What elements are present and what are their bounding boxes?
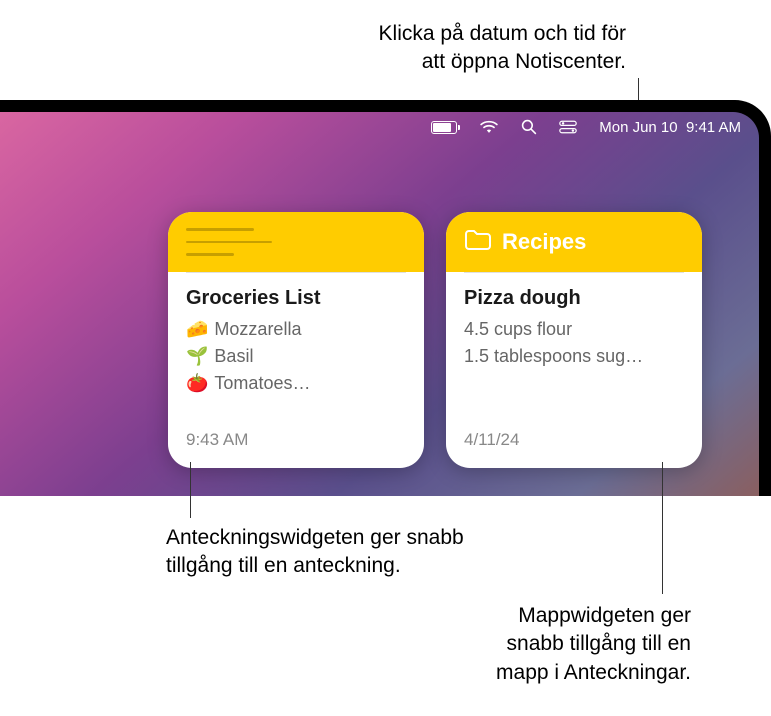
- folder-widget-title: Pizza dough: [464, 287, 684, 310]
- note-widget-body: Groceries List 🧀 Mozzarella 🌱 Basil 🍅 To…: [168, 273, 424, 430]
- wifi-icon[interactable]: [479, 119, 499, 135]
- search-icon[interactable]: [521, 119, 537, 135]
- basil-icon: 🌱: [186, 343, 208, 370]
- list-item: 🌱 Basil: [186, 343, 406, 370]
- folder-widget-header-title: Recipes: [502, 229, 586, 255]
- folder-widget-body: Pizza dough 4.5 cups flour 1.5 tablespoo…: [446, 273, 702, 430]
- tomato-icon: 🍅: [186, 370, 208, 397]
- control-center-icon[interactable]: [559, 120, 577, 134]
- callout-line: [662, 462, 663, 594]
- list-item-label: Tomatoes…: [214, 370, 310, 397]
- note-widget-header: [168, 212, 424, 272]
- callout-notification-center: Klicka på datum och tid för att öppna No…: [379, 20, 626, 77]
- note-widget-title: Groceries List: [186, 287, 406, 310]
- menubar-datetime[interactable]: Mon Jun 10 9:41 AM: [599, 119, 741, 136]
- list-item: 🧀 Mozzarella: [186, 316, 406, 343]
- note-widget-timestamp: 9:43 AM: [168, 430, 424, 468]
- widgets-container: Groceries List 🧀 Mozzarella 🌱 Basil 🍅 To…: [168, 212, 702, 468]
- callout-note-widget: Anteckningswidgeten ger snabb tillgång t…: [166, 524, 464, 581]
- folder-icon: [464, 229, 492, 256]
- cheese-icon: 🧀: [186, 316, 208, 343]
- list-item: 🍅 Tomatoes…: [186, 370, 406, 397]
- folder-line: 1.5 tablespoons sug…: [464, 343, 684, 370]
- folder-line: 4.5 cups flour: [464, 316, 684, 343]
- menubar: Mon Jun 10 9:41 AM: [0, 112, 759, 142]
- battery-icon[interactable]: [431, 121, 457, 134]
- list-item-label: Basil: [214, 343, 253, 370]
- callout-line: [190, 462, 191, 518]
- folder-widget[interactable]: Recipes Pizza dough 4.5 cups flour 1.5 t…: [446, 212, 702, 468]
- note-widget[interactable]: Groceries List 🧀 Mozzarella 🌱 Basil 🍅 To…: [168, 212, 424, 468]
- callout-folder-widget: Mappwidgeten ger snabb tillgång till en …: [496, 602, 691, 687]
- folder-widget-timestamp: 4/11/24: [446, 430, 702, 468]
- folder-widget-header: Recipes: [446, 212, 702, 272]
- desktop-screen: Mon Jun 10 9:41 AM Groceries List 🧀 Mozz…: [0, 112, 759, 496]
- device-frame: Mon Jun 10 9:41 AM Groceries List 🧀 Mozz…: [0, 100, 771, 496]
- list-item-label: Mozzarella: [214, 316, 301, 343]
